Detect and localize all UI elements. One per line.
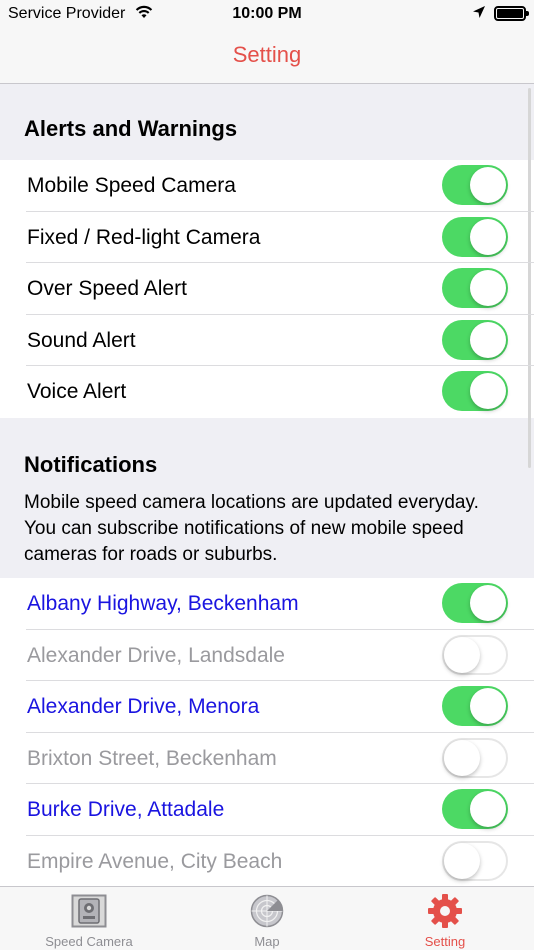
road-label: Alexander Drive, Menora <box>27 695 260 719</box>
road-label: Albany Highway, Beckenham <box>27 591 299 615</box>
road-subscription-toggle[interactable] <box>442 582 508 623</box>
speed-camera-icon <box>71 894 107 928</box>
road-subscription-toggle[interactable] <box>442 840 508 881</box>
alert-label: Voice Alert <box>27 380 127 404</box>
road-row: Albany Highway, Beckenham <box>0 578 534 630</box>
road-row: Empire Avenue, City Beach <box>0 836 534 886</box>
road-row: Alexander Drive, Landsdale <box>0 630 534 682</box>
alert-label: Fixed / Red-light Camera <box>27 225 261 249</box>
tab-speed-camera[interactable]: Speed Camera <box>0 887 178 950</box>
road-subscription-toggle[interactable] <box>442 737 508 778</box>
alerts-group: Mobile Speed Camera Fixed / Red-light Ca… <box>0 160 534 418</box>
alert-row-mobile-speed-camera: Mobile Speed Camera <box>0 160 534 212</box>
road-row: Burke Drive, Attadale <box>0 784 534 836</box>
alerts-section-header: Alerts and Warnings <box>24 116 238 141</box>
tab-label: Speed Camera <box>45 934 133 949</box>
alert-label: Sound Alert <box>27 328 136 352</box>
alert-label: Over Speed Alert <box>27 277 187 301</box>
alert-row-sound: Sound Alert <box>0 315 534 367</box>
road-subscription-toggle[interactable] <box>442 634 508 675</box>
notifications-section-header: Notifications <box>24 451 158 477</box>
over-speed-alert-toggle[interactable] <box>442 268 508 309</box>
location-arrow-icon <box>472 5 486 24</box>
alert-label: Mobile Speed Camera <box>27 174 236 197</box>
fixed-red-light-camera-toggle[interactable] <box>442 216 508 257</box>
road-label: Empire Avenue, City Beach <box>27 849 283 873</box>
status-bar: Service Provider 10:00 PM <box>0 0 534 28</box>
tab-setting[interactable]: Setting <box>356 887 534 950</box>
notifications-group: Albany Highway, Beckenham Alexander Driv… <box>0 577 534 886</box>
sound-alert-toggle[interactable] <box>442 319 508 360</box>
tab-map[interactable]: Map <box>178 887 356 950</box>
road-subscription-toggle[interactable] <box>442 789 508 830</box>
tab-label: Map <box>254 934 280 949</box>
navigation-bar: Setting <box>0 28 534 84</box>
alert-row-voice: Voice Alert <box>0 366 534 418</box>
mobile-speed-camera-toggle[interactable] <box>442 165 508 205</box>
road-subscription-toggle[interactable] <box>442 686 508 727</box>
road-row: Alexander Drive, Menora <box>0 681 534 733</box>
tab-bar: Speed Camera Map Setting <box>0 886 534 950</box>
tab-label: Setting <box>424 934 466 949</box>
road-label: Alexander Drive, Landsdale <box>27 643 285 667</box>
page-title: Setting <box>232 42 302 67</box>
voice-alert-toggle[interactable] <box>442 371 508 412</box>
battery-icon <box>494 6 529 21</box>
radar-icon <box>249 894 285 928</box>
notifications-description: Mobile speed camera locations are update… <box>24 491 479 565</box>
settings-list[interactable]: Alerts and Warnings Mobile Speed Camera … <box>0 84 534 886</box>
alert-row-over-speed: Over Speed Alert <box>0 263 534 315</box>
road-label: Brixton Street, Beckenham <box>27 746 277 770</box>
road-label: Burke Drive, Attadale <box>27 798 225 822</box>
status-time: 10:00 PM <box>232 5 302 22</box>
alert-row-fixed-red-light-camera: Fixed / Red-light Camera <box>0 212 534 264</box>
road-row: Brixton Street, Beckenham <box>0 733 534 785</box>
gear-icon <box>427 894 463 928</box>
